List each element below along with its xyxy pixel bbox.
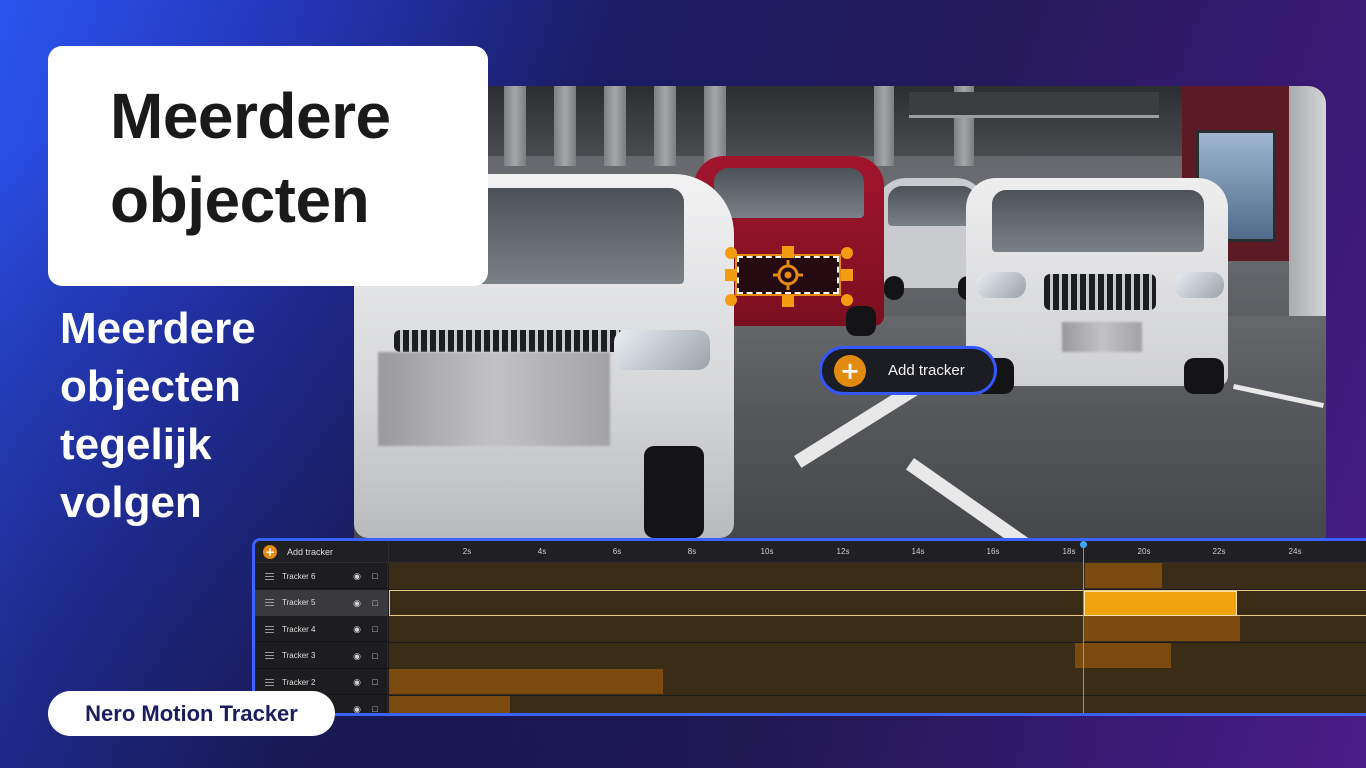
scene-sign [909,92,1159,118]
tracking-segment[interactable] [1084,590,1237,616]
track-header[interactable]: Tracker 3 ◉ □ [255,643,388,669]
tracking-segment[interactable] [1085,563,1162,588]
ruler-tick: 16s [986,547,1000,556]
tracking-segment[interactable] [389,669,663,694]
scene-ceiling [354,86,1326,156]
timeline-add-tracker-label: Add tracker [287,547,334,557]
track-lane[interactable] [389,695,1366,713]
timeline-add-tracker-button[interactable]: + Add tracker [263,544,333,560]
track-row[interactable]: Tracker 1◉□ [255,695,1366,714]
ruler-tick: 4s [537,547,547,556]
plus-icon: + [263,545,277,559]
drag-handle-icon[interactable] [265,678,274,686]
track-lane[interactable] [389,669,1366,695]
add-tracker-label: Add tracker [888,362,965,379]
trash-icon[interactable]: □ [370,598,380,608]
scene-column [504,86,526,166]
track-row[interactable]: Tracker 2 ◉ □ [255,669,1366,695]
ruler-tick: 14s [911,547,925,556]
trash-icon[interactable]: □ [370,704,380,714]
track-name: Tracker 6 [282,571,316,581]
trash-icon[interactable]: □ [370,571,380,581]
track-row[interactable]: Tracker 3 ◉ □ [255,642,1366,669]
ruler-tick: 6s [612,547,622,556]
drag-handle-icon[interactable] [265,599,274,606]
ruler-tick: 10s [760,547,774,556]
ruler-tick: 20s [1137,547,1151,556]
eye-icon[interactable]: ◉ [352,704,362,714]
track-name: Tracker 2 [282,677,316,687]
eye-icon[interactable]: ◉ [352,624,362,634]
track-lane[interactable] [389,563,1366,589]
page-title: Meerdere objecten [110,80,391,236]
scene-column [604,86,626,166]
ruler-tick: 18s [1062,547,1076,556]
title-card: Meerdere objecten [48,46,488,286]
track-lane[interactable] [389,589,1366,616]
crosshair-icon[interactable] [773,260,803,290]
ruler-separator [388,541,389,563]
scene-column [704,86,726,166]
resize-handle[interactable] [782,246,794,258]
tracking-segment[interactable] [1075,642,1171,668]
ruler-tick: 22s [1212,547,1226,556]
track-name: Tracker 5 [282,598,316,607]
track-row[interactable]: Tracker 5 ◉ □ [255,589,1366,616]
timeline-header: + Add tracker 2s 4s 6s 8s 10s 12s 14s 16s 18s 20s… [255,541,1366,563]
drag-handle-icon[interactable] [265,625,274,633]
track-name: Tracker 4 [282,624,316,634]
brand-badge: Nero Motion Tracker [48,691,335,736]
resize-handle[interactable] [725,247,737,259]
resize-handle[interactable] [725,294,737,306]
track-lane[interactable] [389,616,1366,642]
resize-handle[interactable] [841,269,853,281]
track-row[interactable]: Tracker 4 ◉ □ [255,616,1366,642]
resize-handle[interactable] [782,295,794,307]
ruler-tick: 12s [836,547,850,556]
scene-column [554,86,576,166]
trash-icon[interactable]: □ [370,651,380,661]
add-tracker-button[interactable]: + Add tracker [819,346,997,395]
track-header[interactable]: Tracker 4 ◉ □ [255,616,388,642]
playhead[interactable] [1083,541,1084,713]
eye-icon[interactable]: ◉ [352,677,362,687]
scene-column [874,86,894,166]
subtitle: Meerdere objecten tegelijk volgen [60,304,256,527]
track-header[interactable]: Tracker 6 ◉ □ [255,563,388,589]
eye-icon[interactable]: ◉ [352,571,362,581]
plus-icon: + [834,354,866,387]
ruler-tick: 8s [687,547,697,556]
track-name: Tracker 3 [282,651,316,660]
track-header[interactable]: Tracker 5 ◉ □ [255,589,388,616]
drag-handle-icon[interactable] [265,572,274,580]
tracking-segment[interactable] [1083,616,1240,641]
track-lane[interactable] [389,642,1366,669]
ruler-tick: 24s [1288,547,1302,556]
track-row[interactable]: Tracker 6 ◉ □ [255,563,1366,589]
resize-handle[interactable] [841,247,853,259]
tracking-segment[interactable] [389,695,510,713]
ruler-tick: 2s [462,547,472,556]
resize-handle[interactable] [841,294,853,306]
playhead-handle[interactable] [1080,541,1087,548]
timeline-panel: + Add tracker 2s 4s 6s 8s 10s 12s 14s 16s 18s 20s… [252,538,1366,716]
resize-handle[interactable] [725,269,737,281]
trash-icon[interactable]: □ [370,624,380,634]
video-preview[interactable] [354,86,1326,538]
scene-column [654,86,676,166]
drag-handle-icon[interactable] [265,652,274,659]
eye-icon[interactable]: ◉ [352,651,362,661]
trash-icon[interactable]: □ [370,677,380,687]
scene-pillar [1289,86,1326,316]
eye-icon[interactable]: ◉ [352,598,362,608]
